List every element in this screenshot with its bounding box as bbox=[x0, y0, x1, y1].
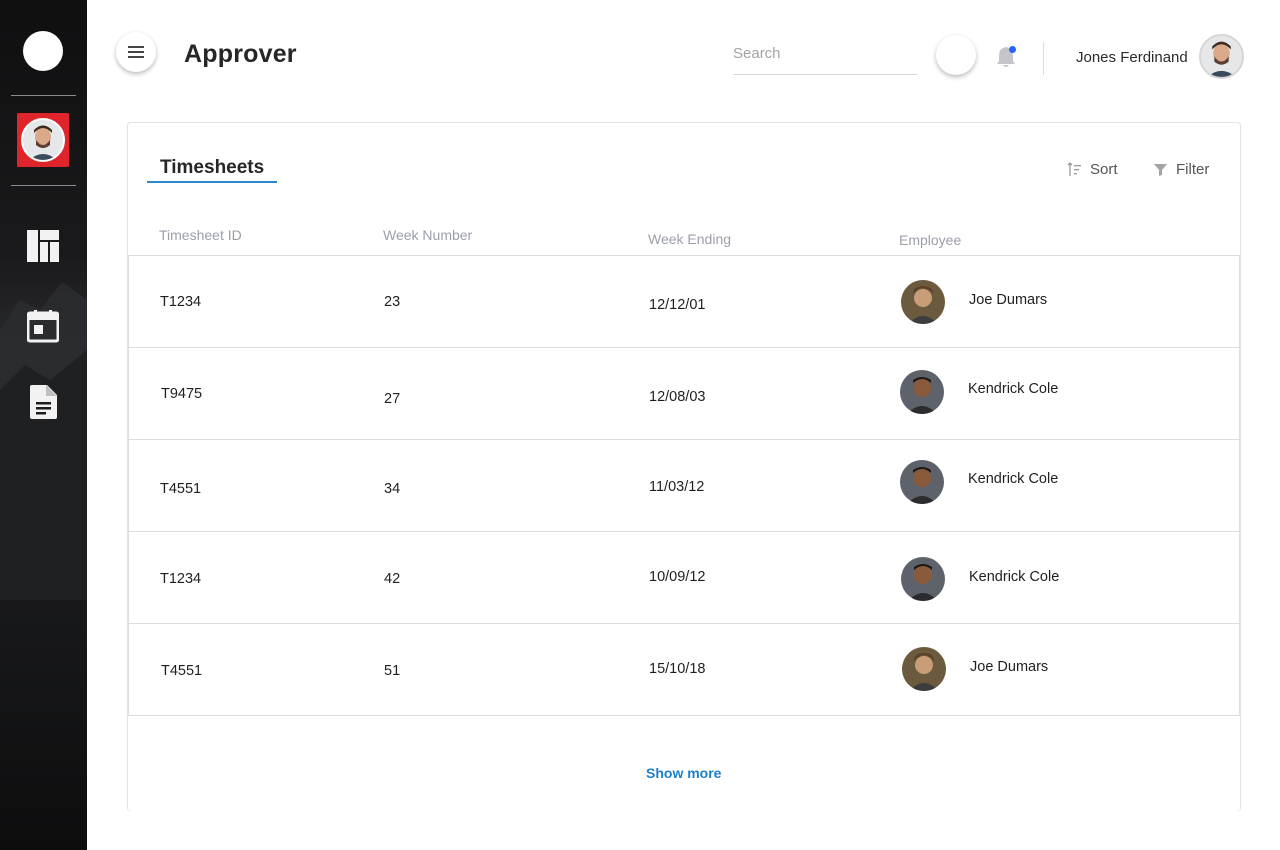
sort-button[interactable]: Sort bbox=[1067, 161, 1118, 178]
table-row[interactable]: T1234 23 12/12/01 Joe Dumars bbox=[128, 255, 1240, 348]
cell-employee-name: Kendrick Cole bbox=[968, 381, 1059, 397]
filter-button[interactable]: Filter bbox=[1153, 161, 1209, 178]
user-name[interactable]: Jones Ferdinand bbox=[1076, 49, 1188, 66]
sidebar bbox=[0, 0, 87, 850]
table-row[interactable]: T4551 51 15/10/18 Joe Dumars bbox=[128, 623, 1240, 716]
app-logo[interactable] bbox=[23, 31, 63, 71]
sidebar-profile-avatar[interactable] bbox=[17, 113, 69, 167]
avatar bbox=[1201, 36, 1242, 77]
sort-icon bbox=[1067, 162, 1081, 176]
cell-employee-name: Joe Dumars bbox=[970, 659, 1049, 675]
cell-timesheet-id: T4551 bbox=[160, 481, 202, 497]
calendar-icon[interactable] bbox=[27, 309, 59, 343]
cell-week-ending: 15/10/18 bbox=[649, 661, 706, 677]
table-row[interactable]: T1234 42 10/09/12 Kendrick Cole bbox=[128, 531, 1240, 624]
cell-timesheet-id: T1234 bbox=[160, 571, 202, 587]
avatar bbox=[23, 120, 63, 160]
sidebar-divider bbox=[11, 185, 76, 186]
table-row[interactable]: T4551 34 11/03/12 Kendrick Cole bbox=[128, 439, 1240, 532]
header-divider bbox=[1043, 42, 1044, 75]
cell-employee-name: Kendrick Cole bbox=[968, 471, 1059, 487]
cell-week-ending: 11/03/12 bbox=[649, 479, 705, 495]
cell-week-ending: 12/12/01 bbox=[649, 297, 706, 313]
cell-week-number: 27 bbox=[384, 391, 401, 407]
search-input[interactable] bbox=[733, 40, 917, 62]
column-header-timesheet-id[interactable]: Timesheet ID bbox=[159, 227, 242, 243]
user-avatar[interactable] bbox=[1199, 34, 1244, 79]
employee-avatar bbox=[902, 647, 946, 691]
active-tab-indicator bbox=[147, 181, 277, 183]
employee-avatar bbox=[901, 557, 945, 601]
cell-timesheet-id: T1234 bbox=[160, 294, 202, 310]
cell-timesheet-id: T4551 bbox=[161, 663, 203, 679]
dashboard-icon[interactable] bbox=[27, 229, 59, 263]
action-button[interactable] bbox=[936, 35, 976, 75]
sidebar-divider bbox=[11, 95, 76, 96]
column-header-week-ending[interactable]: Week Ending bbox=[648, 231, 731, 247]
tab-timesheets[interactable]: Timesheets bbox=[160, 157, 264, 179]
employee-avatar bbox=[900, 460, 944, 504]
cell-week-number: 23 bbox=[384, 294, 401, 310]
sort-label: Sort bbox=[1090, 161, 1118, 178]
show-more-link[interactable]: Show more bbox=[646, 765, 721, 781]
cell-timesheet-id: T9475 bbox=[161, 386, 203, 402]
cell-week-ending: 10/09/12 bbox=[649, 569, 706, 585]
hamburger-icon bbox=[128, 46, 144, 58]
cell-week-ending: 12/08/03 bbox=[649, 389, 706, 405]
cell-week-number: 42 bbox=[384, 571, 401, 587]
filter-label: Filter bbox=[1176, 161, 1210, 178]
cell-week-number: 51 bbox=[384, 663, 401, 679]
page-title: Approver bbox=[184, 40, 297, 68]
cell-employee-name: Joe Dumars bbox=[969, 292, 1048, 308]
cell-employee-name: Kendrick Cole bbox=[969, 569, 1060, 585]
column-header-employee[interactable]: Employee bbox=[899, 232, 961, 248]
employee-avatar bbox=[901, 280, 945, 324]
cell-week-number: 34 bbox=[384, 481, 401, 497]
document-icon[interactable] bbox=[27, 385, 59, 419]
employee-avatar bbox=[900, 370, 944, 414]
menu-button[interactable] bbox=[116, 32, 156, 72]
table-row[interactable]: T9475 27 12/08/03 Kendrick Cole bbox=[128, 347, 1240, 440]
filter-icon bbox=[1154, 164, 1167, 176]
notification-dot bbox=[1009, 46, 1016, 53]
search-field[interactable] bbox=[733, 40, 917, 75]
column-header-week-number[interactable]: Week Number bbox=[383, 227, 472, 243]
